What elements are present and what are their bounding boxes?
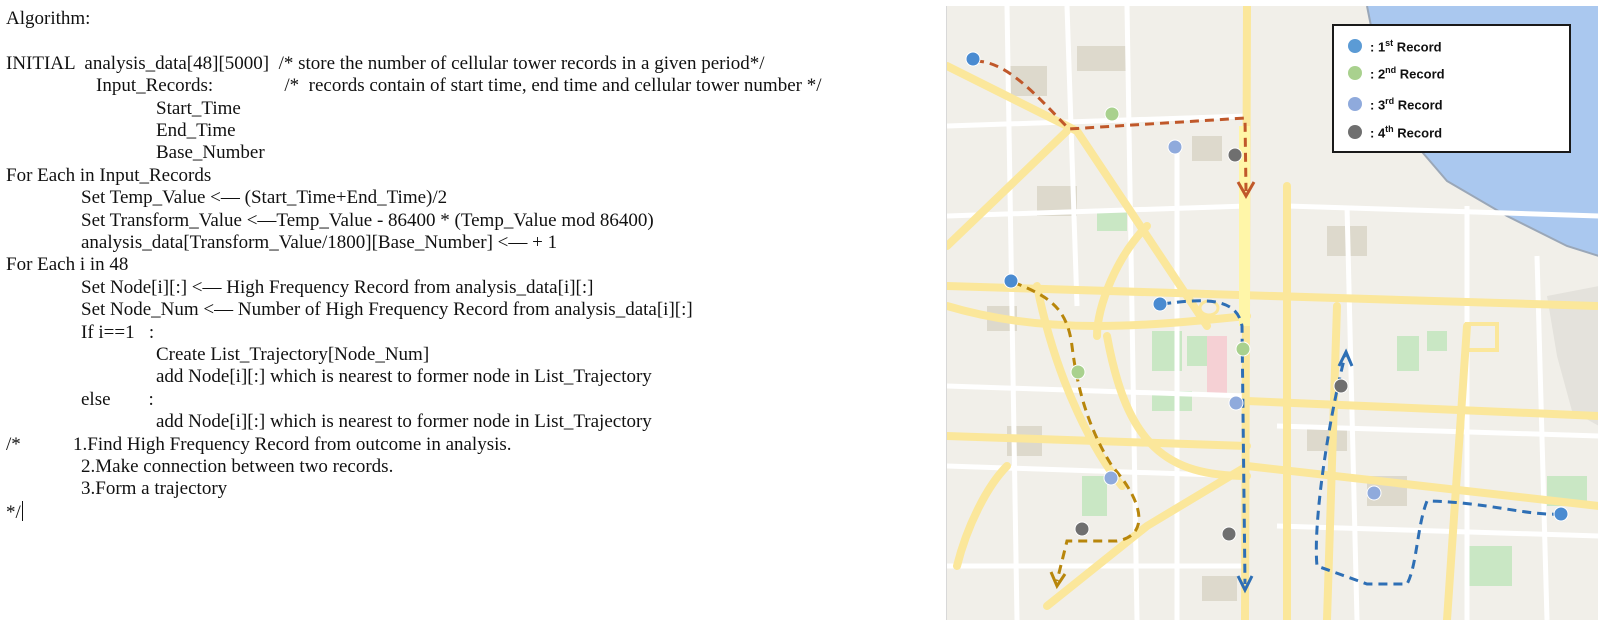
algorithm-line: 3.Form a trajectory — [81, 478, 228, 500]
record-marker-4th — [1333, 378, 1349, 394]
algorithm-line: End_Time — [156, 120, 236, 141]
record-marker-4th — [1221, 526, 1237, 542]
algorithm-line: analysis_data[Transform_Value/1800][Base… — [81, 232, 558, 253]
record-marker-4th — [1074, 521, 1090, 537]
record-marker-2nd — [1070, 364, 1086, 380]
record-marker-1st — [965, 51, 981, 67]
record-marker-3rd — [1366, 485, 1382, 501]
algorithm-line: Create List_Trajectory[Node_Num] — [156, 344, 430, 365]
legend-item: : 1st Record — [1348, 36, 1442, 56]
text-cursor — [21, 500, 23, 521]
algorithm-line: Input_Records: /* records contain of sta… — [96, 75, 822, 97]
record-marker-2nd — [1104, 106, 1120, 122]
algorithm-line: /* 1.Find High Frequency Record from out… — [6, 433, 512, 455]
record-marker-3rd — [1103, 470, 1119, 486]
algorithm-line: Base_Number — [156, 142, 265, 164]
record-marker-1st — [1553, 506, 1569, 522]
algorithm-line: Set Temp_Value <— (Start_Time+End_Time)/… — [81, 187, 448, 209]
record-marker-3rd — [1167, 139, 1183, 155]
legend-label: : 3rd Record — [1370, 95, 1443, 113]
algorithm-line: INITIAL analysis_data[48][5000] /* store… — [6, 52, 765, 74]
record-marker-1st — [1152, 296, 1168, 312]
algorithm-text: Algorithm: INITIAL analysis_data[48][5000… — [6, 8, 926, 618]
algorithm-line: For Each in Input_Records — [6, 164, 212, 186]
algorithm-line: Set Node_Num <— Number of High Frequency… — [81, 299, 693, 321]
algorithm-line: add Node[i][:] which is nearest to forme… — [156, 411, 652, 433]
pink-district — [1207, 336, 1227, 396]
algorithm-line: Set Transform_Value <—Temp_Value - 86400… — [81, 209, 654, 231]
algorithm-line: For Each i in 48 — [6, 254, 129, 276]
algorithm-line: add Node[i][:] which is nearest to forme… — [156, 366, 652, 388]
algorithm-line: 2.Make connection between two records. — [81, 456, 394, 477]
legend-label: : 4th Record — [1370, 123, 1443, 141]
record-marker-2nd — [1235, 341, 1251, 357]
legend-marker — [1348, 97, 1362, 111]
legend-label: : 2nd Record — [1370, 64, 1445, 82]
algorithm-line: else : — [81, 388, 154, 410]
legend-item: : 2nd Record — [1348, 63, 1445, 83]
algorithm-line: Algorithm: — [6, 8, 91, 29]
legend-marker — [1348, 125, 1362, 139]
record-marker-3rd — [1228, 395, 1244, 411]
legend-item: : 4th Record — [1348, 122, 1442, 142]
map-legend: : 1st Record : 2nd Record : 3rd Record : 4t… — [1332, 24, 1571, 153]
algorithm-line: Start_Time — [156, 97, 241, 119]
legend-marker — [1348, 39, 1362, 53]
record-marker-4th — [1227, 147, 1243, 163]
algorithm-line: If i==1 : — [81, 321, 155, 343]
algorithm-line: Set Node[i][:] <— High Frequency Record … — [81, 276, 594, 298]
legend-item: : 3rd Record — [1348, 94, 1443, 114]
legend-marker — [1348, 66, 1362, 80]
algorithm-line: */ — [6, 500, 23, 523]
record-marker-1st — [1003, 273, 1019, 289]
legend-label: : 1st Record — [1370, 37, 1442, 55]
